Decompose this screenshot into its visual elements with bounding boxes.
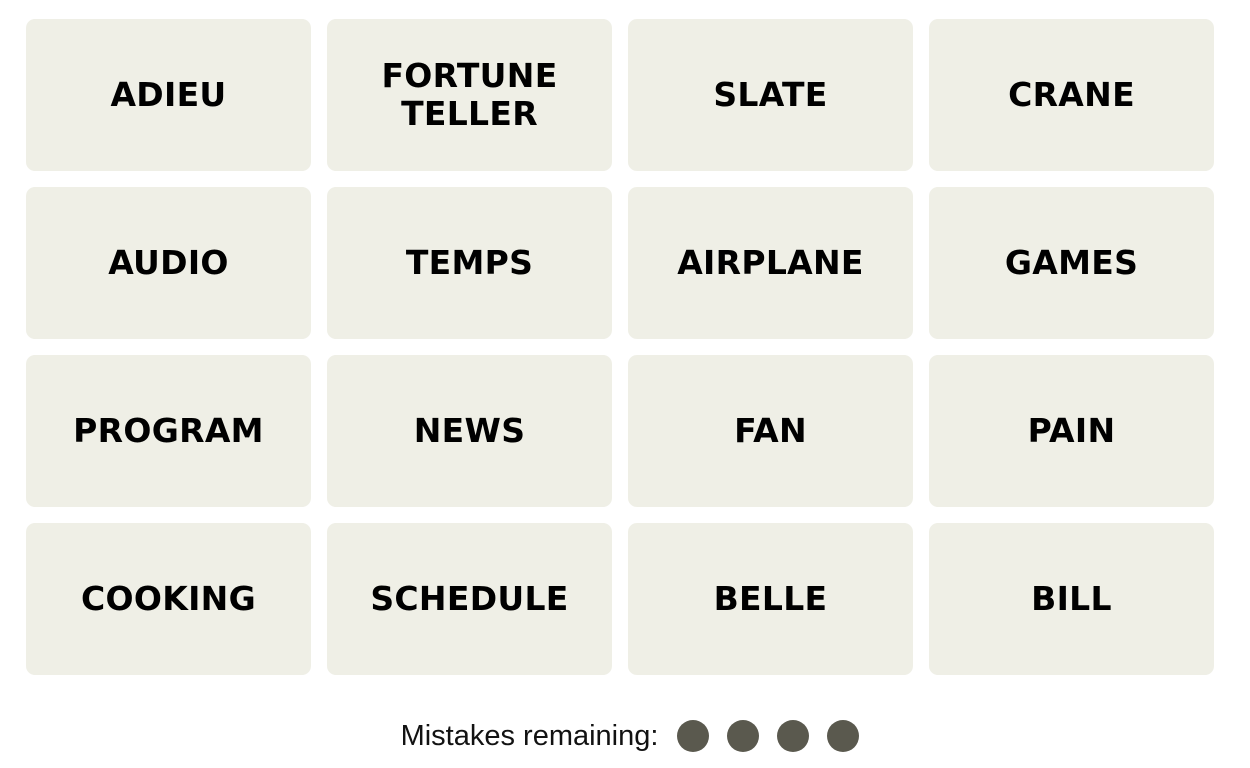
- tile-label: AUDIO: [108, 243, 229, 282]
- mistakes-label: Mistakes remaining:: [400, 719, 659, 752]
- word-tile[interactable]: CRANE: [929, 19, 1214, 171]
- word-tile[interactable]: GAMES: [929, 187, 1214, 339]
- tile-label: SLATE: [713, 75, 828, 114]
- word-tile[interactable]: NEWS: [327, 355, 612, 507]
- tile-label: PROGRAM: [73, 411, 264, 450]
- tile-label: TEMPS: [405, 243, 534, 282]
- word-tile[interactable]: BILL: [929, 523, 1214, 675]
- mistake-dot: [777, 720, 810, 752]
- word-tile[interactable]: FAN: [628, 355, 913, 507]
- word-tile[interactable]: FORTUNE TELLER: [327, 19, 612, 171]
- word-tile[interactable]: PAIN: [929, 355, 1214, 507]
- tile-label: CRANE: [1008, 75, 1135, 114]
- tile-label: BILL: [1031, 579, 1112, 618]
- word-tile[interactable]: AIRPLANE: [628, 187, 913, 339]
- tile-label: GAMES: [1004, 243, 1139, 282]
- mistake-dots: [677, 720, 860, 752]
- word-grid: ADIEU FORTUNE TELLER SLATE CRANE AUDIO T…: [26, 19, 1214, 675]
- word-tile[interactable]: BELLE: [628, 523, 913, 675]
- tile-label: COOKING: [81, 579, 256, 618]
- tile-label: PAIN: [1027, 411, 1116, 450]
- tile-label: NEWS: [413, 411, 526, 450]
- mistakes-remaining: Mistakes remaining:: [0, 714, 1250, 758]
- mistake-dot: [827, 720, 860, 752]
- mistake-dot: [727, 720, 760, 752]
- word-tile[interactable]: ADIEU: [26, 19, 311, 171]
- word-tile[interactable]: SLATE: [628, 19, 913, 171]
- tile-label: BELLE: [713, 579, 828, 618]
- tile-label: ADIEU: [110, 75, 227, 114]
- word-tile[interactable]: PROGRAM: [26, 355, 311, 507]
- word-tile[interactable]: TEMPS: [327, 187, 612, 339]
- word-tile[interactable]: SCHEDULE: [327, 523, 612, 675]
- tile-label: AIRPLANE: [677, 243, 864, 282]
- tile-label: FAN: [734, 411, 807, 450]
- mistake-dot: [677, 720, 710, 752]
- tile-label: FORTUNE TELLER: [381, 56, 558, 133]
- tile-label: SCHEDULE: [370, 579, 569, 618]
- word-tile[interactable]: AUDIO: [26, 187, 311, 339]
- word-tile[interactable]: COOKING: [26, 523, 311, 675]
